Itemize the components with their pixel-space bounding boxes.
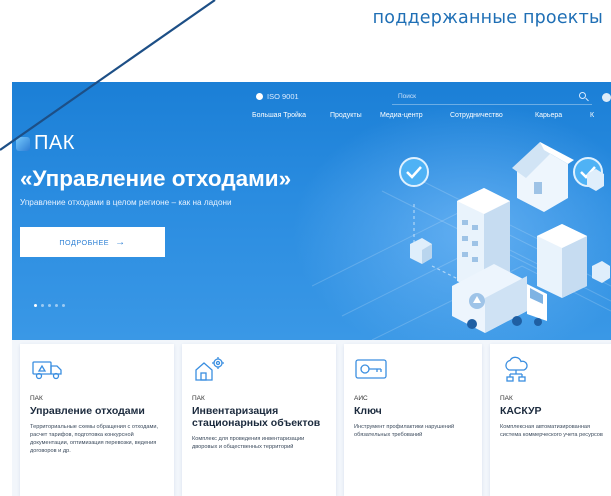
- card-title: Инвентаризация стационарных объектов: [192, 405, 321, 430]
- card-description: Комплексная автоматизированная система к…: [500, 424, 603, 439]
- product-card[interactable]: ПАК Инвентаризация стационарных объектов…: [182, 344, 336, 496]
- product-card[interactable]: ПАК КАСКУР Комплексная автоматизированна…: [490, 344, 611, 496]
- card-type: ПАК: [500, 395, 513, 402]
- card-description: Инструмент профилактики нарушений обязат…: [354, 424, 455, 439]
- house-gear-icon: [195, 357, 224, 381]
- card-title: КАСКУР: [500, 405, 542, 417]
- waste-bin-icon: [410, 238, 432, 264]
- product-card[interactable]: АИС Ключ Инструмент профилактики нарушен…: [344, 344, 482, 496]
- slider-dot[interactable]: [48, 304, 51, 307]
- cloud-server-icon: [505, 356, 528, 382]
- product-card[interactable]: ПАК Управление отходами Территориальные …: [20, 344, 174, 496]
- waste-bin-icon: [592, 261, 610, 283]
- slider-dot[interactable]: [55, 304, 58, 307]
- card-description: Комплекс для проведения инвентаризации д…: [192, 436, 305, 451]
- slider-dot[interactable]: [41, 304, 44, 307]
- product-cards: ПАК Управление отходами Территориальные …: [12, 344, 611, 496]
- garbage-truck-icon: [32, 361, 62, 380]
- hero-subtitle: Управление отходами в целом регионе – ка…: [20, 198, 232, 207]
- more-button[interactable]: ПОДРОБНЕЕ →: [20, 227, 165, 257]
- more-button-label: ПОДРОБНЕЕ: [59, 237, 110, 247]
- warehouse-icon: [537, 224, 587, 298]
- card-title: Ключ: [354, 405, 382, 417]
- card-title: Управление отходами: [30, 405, 145, 417]
- slider-dot[interactable]: [34, 304, 37, 307]
- key-card-icon: [355, 359, 387, 379]
- section-caption: поддержанные проекты: [372, 8, 603, 28]
- slider-dot[interactable]: [62, 304, 65, 307]
- card-type: ПАК: [30, 395, 43, 402]
- slider-dots: [34, 304, 65, 307]
- card-type: ПАК: [192, 395, 205, 402]
- card-description: Территориальные схемы обращения с отхода…: [30, 424, 159, 455]
- arrow-right-icon: →: [115, 236, 126, 248]
- card-type: АИС: [354, 395, 368, 402]
